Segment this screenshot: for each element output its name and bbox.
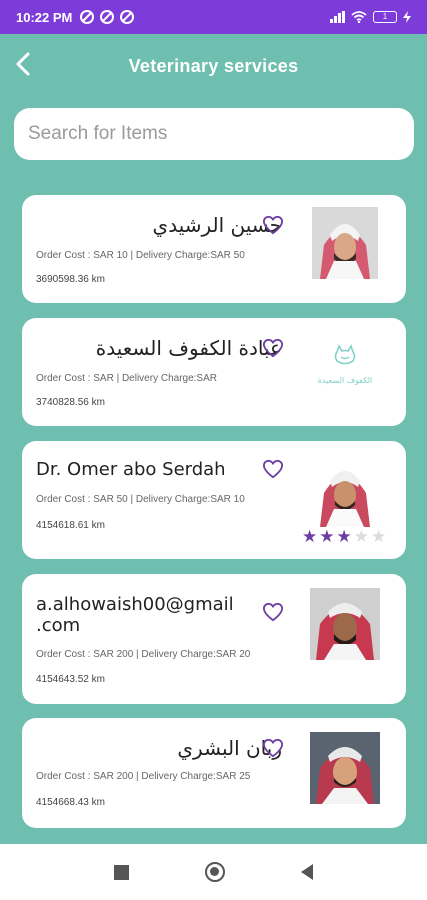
navigation-bar [0, 844, 427, 900]
provider-name: Dr. Omer abo Serdah [36, 459, 226, 480]
wifi-icon [351, 11, 367, 23]
status-time: 10:22 PM [16, 9, 73, 25]
triangle-back-icon[interactable] [301, 864, 313, 880]
circle-icon[interactable] [205, 862, 225, 882]
distance: 4154618.61 km [36, 520, 105, 531]
provider-name: عبادة الكفوف السعيدة [95, 336, 282, 360]
heart-outline-icon[interactable] [262, 215, 284, 235]
distance: 4154668.43 km [36, 797, 105, 808]
provider-card[interactable]: Dr. Omer abo Serdah Order Cost : SAR 50 … [22, 441, 406, 559]
order-cost: Order Cost : SAR 10 | Delivery Charge:SA… [36, 250, 245, 261]
avatar [310, 588, 380, 660]
heart-outline-icon[interactable] [262, 738, 284, 758]
provider-name: حسين الرشيدي [152, 213, 282, 237]
rating-stars: ★ ★ ★ ★ ★ [302, 529, 386, 546]
order-cost: Order Cost : SAR | Delivery Charge:SAR [36, 373, 217, 384]
provider-card[interactable]: حسين الرشيدي Order Cost : SAR 10 | Deliv… [22, 195, 406, 303]
battery-icon: 1 [373, 11, 397, 23]
order-cost: Order Cost : SAR 200 | Delivery Charge:S… [36, 771, 251, 782]
search-input[interactable] [14, 108, 414, 160]
provider-card[interactable]: عبادة الكفوف السعيدة Order Cost : SAR | … [22, 318, 406, 426]
avatar [312, 455, 378, 527]
provider-name-line: a.alhowaish00@gmail [36, 594, 234, 615]
heart-outline-icon[interactable] [262, 338, 284, 358]
distance: 3690598.36 km [36, 274, 105, 285]
logo-text: الكفوف السعيدة [317, 376, 373, 385]
status-bar: 10:22 PM 1 [0, 0, 427, 34]
provider-name: ربان البشري [177, 736, 282, 760]
logo: الكفوف السعيدة [312, 336, 378, 408]
provider-card[interactable]: a.alhowaish00@gmail .com Order Cost : SA… [22, 574, 406, 704]
distance: 3740828.56 km [36, 397, 105, 408]
back-arrow-icon[interactable] [12, 50, 36, 78]
distance: 4154643.52 km [36, 674, 105, 685]
page-title: Veterinary services [128, 55, 299, 76]
signal-icon [330, 11, 345, 23]
star-icon: ★ [371, 527, 387, 547]
provider-name: a.alhowaish00@gmail .com [36, 594, 234, 636]
status-system-icons: 1 [330, 11, 411, 23]
heart-outline-icon[interactable] [262, 459, 284, 479]
provider-card[interactable]: ربان البشري Order Cost : SAR 200 | Deliv… [22, 718, 406, 828]
star-icon: ★ [353, 527, 369, 547]
app-header: Veterinary services [0, 34, 427, 98]
star-icon: ★ [319, 527, 335, 547]
charging-icon [403, 11, 411, 23]
notification-icon [80, 10, 95, 24]
provider-name-line: .com [36, 615, 81, 636]
notification-icon [100, 10, 115, 24]
square-icon[interactable] [114, 864, 129, 880]
avatar [310, 732, 380, 804]
provider-list[interactable]: حسين الرشيدي Order Cost : SAR 10 | Deliv… [0, 180, 427, 844]
order-cost: Order Cost : SAR 50 | Delivery Charge:SA… [36, 494, 245, 505]
avatar [312, 207, 378, 279]
star-icon: ★ [336, 527, 352, 547]
status-notification-icons [80, 10, 135, 24]
order-cost: Order Cost : SAR 200 | Delivery Charge:S… [36, 649, 251, 660]
star-icon: ★ [302, 527, 318, 547]
heart-outline-icon[interactable] [262, 602, 284, 622]
notification-icon [120, 10, 135, 24]
